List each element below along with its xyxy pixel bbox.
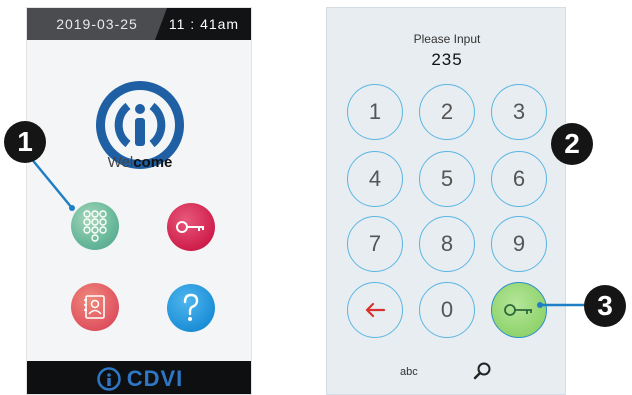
key-icon (176, 221, 204, 233)
brand-name: CDVI (126, 365, 184, 391)
contacts-button[interactable] (71, 283, 119, 331)
search-icon[interactable] (472, 361, 492, 381)
key-3[interactable]: 3 (491, 84, 547, 140)
cdvi-footer-logo-icon (96, 366, 121, 391)
input-prompt: Please Input (413, 32, 481, 46)
key-9[interactable]: 9 (491, 216, 547, 272)
welcome-text-part2: come (133, 154, 173, 171)
back-arrow-icon (365, 302, 386, 318)
keypad-button[interactable] (71, 202, 119, 250)
help-button[interactable] (167, 284, 215, 332)
keyboard-switch-button[interactable]: abc (400, 366, 418, 378)
time-display: 11 : 41am (155, 8, 251, 40)
brand-footer: CDVI (27, 361, 251, 394)
callout-3: 3 (584, 285, 626, 327)
welcome-screen: 2019-03-25 11 : 41am Welcome CDVI (26, 7, 252, 395)
keypad-icon (83, 210, 107, 242)
help-icon (183, 293, 199, 321)
key-4[interactable]: 4 (347, 151, 403, 207)
date-display: 2019-03-25 (27, 8, 167, 40)
callout-2: 2 (551, 123, 593, 165)
welcome-text-part1: Wel (107, 154, 134, 171)
key-5[interactable]: 5 (419, 151, 475, 207)
key-8[interactable]: 8 (419, 216, 475, 272)
backspace-button[interactable] (347, 282, 403, 338)
key-7[interactable]: 7 (347, 216, 403, 272)
key-icon (504, 304, 532, 316)
entered-code: 235 (431, 50, 463, 69)
welcome-text: Welcome (27, 154, 251, 171)
key-button[interactable] (167, 203, 215, 251)
key-6[interactable]: 6 (491, 151, 547, 207)
key-1[interactable]: 1 (347, 84, 403, 140)
keypad-screen: Please Input 235 1 2 3 4 5 6 7 8 9 0 abc (326, 7, 566, 395)
key-2[interactable]: 2 (419, 84, 475, 140)
key-0[interactable]: 0 (419, 282, 475, 338)
callout-1: 1 (4, 121, 46, 163)
contacts-icon (84, 295, 105, 319)
status-bar: 2019-03-25 11 : 41am (27, 8, 251, 40)
unlock-button[interactable] (491, 282, 547, 338)
